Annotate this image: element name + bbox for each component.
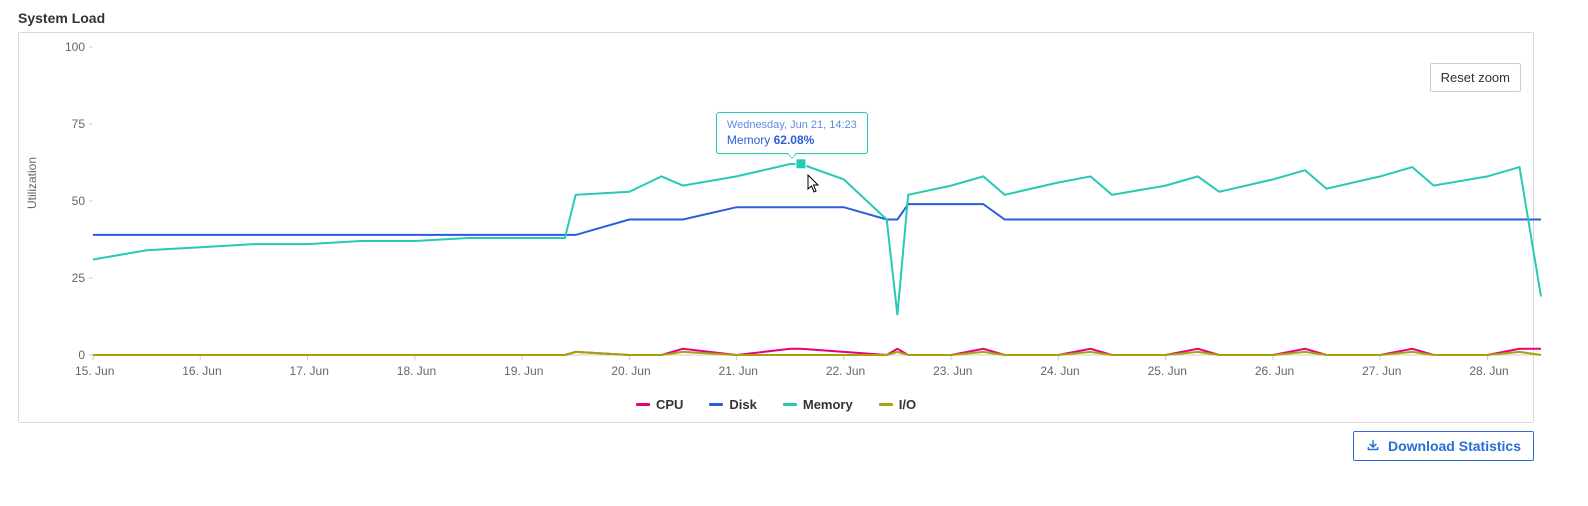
svg-text:21. Jun: 21. Jun	[719, 364, 758, 378]
legend-label: Disk	[729, 397, 756, 412]
svg-text:23. Jun: 23. Jun	[933, 364, 972, 378]
svg-text:28. Jun: 28. Jun	[1469, 364, 1508, 378]
download-statistics-button[interactable]: Download Statistics	[1353, 431, 1534, 461]
line-chart[interactable]: 0 25 50 75 100 15. Jun 16. Jun 17. Jun 18. Jun 19…	[27, 39, 1561, 391]
legend-swatch	[636, 403, 650, 406]
chart-card: Reset zoom Utilization 025507510015. Jun…	[18, 32, 1534, 423]
svg-text:19. Jun: 19. Jun	[504, 364, 543, 378]
svg-text:20. Jun: 20. Jun	[611, 364, 650, 378]
tooltip-value: 62.08%	[774, 133, 815, 147]
legend-label: Memory	[803, 397, 853, 412]
svg-text:75: 75	[72, 117, 86, 131]
tooltip-date: Wednesday, Jun 21, 14:23	[727, 119, 857, 131]
svg-text:0: 0	[78, 348, 85, 362]
legend-item-cpu[interactable]: CPU	[636, 397, 683, 412]
chart-legend: CPU Disk Memory I/O	[27, 397, 1525, 412]
legend-swatch	[879, 403, 893, 406]
legend-label: CPU	[656, 397, 683, 412]
download-button-label: Download Statistics	[1388, 438, 1521, 454]
chart-tooltip: Wednesday, Jun 21, 14:23 Memory 62.08%	[716, 112, 868, 154]
svg-text:25. Jun: 25. Jun	[1148, 364, 1187, 378]
svg-text:27. Jun: 27. Jun	[1362, 364, 1401, 378]
svg-text:16. Jun: 16. Jun	[182, 364, 221, 378]
y-axis-title: Utilization	[25, 157, 39, 209]
svg-text:50: 50	[72, 194, 86, 208]
tooltip-series: Memory	[727, 133, 770, 147]
legend-swatch	[783, 403, 797, 406]
legend-label: I/O	[899, 397, 916, 412]
svg-text:17. Jun: 17. Jun	[290, 364, 329, 378]
svg-text:15. Jun: 15. Jun	[75, 364, 114, 378]
svg-text:22. Jun: 22. Jun	[826, 364, 865, 378]
download-icon	[1366, 439, 1380, 453]
svg-text:26. Jun: 26. Jun	[1255, 364, 1294, 378]
legend-item-io[interactable]: I/O	[879, 397, 916, 412]
svg-text:24. Jun: 24. Jun	[1040, 364, 1079, 378]
svg-text:100: 100	[65, 40, 85, 54]
legend-item-disk[interactable]: Disk	[709, 397, 756, 412]
svg-text:25: 25	[72, 271, 86, 285]
page-title: System Load	[18, 10, 1534, 26]
svg-text:18. Jun: 18. Jun	[397, 364, 436, 378]
legend-item-memory[interactable]: Memory	[783, 397, 853, 412]
legend-swatch	[709, 403, 723, 406]
chart-area[interactable]: Utilization 0 25 50 75 100 15. Jun 16. Jun 17. …	[27, 39, 1525, 391]
